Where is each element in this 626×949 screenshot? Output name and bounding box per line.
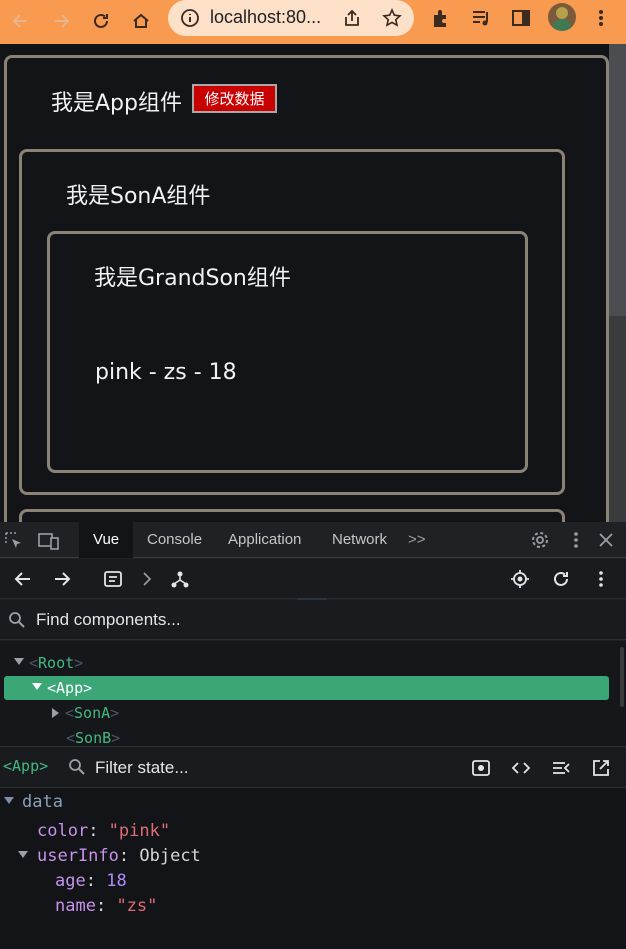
tab-console[interactable]: Console (147, 522, 202, 558)
sidepanel-icon[interactable] (510, 7, 532, 33)
caret-down-icon[interactable] (32, 683, 42, 690)
tree-item-app[interactable]: <App> (4, 676, 609, 700)
tab-network[interactable]: Network (332, 522, 387, 558)
grandson-title: 我是GrandSon组件 (94, 266, 291, 291)
close-icon[interactable] (596, 530, 616, 554)
state-value[interactable]: "zs" (116, 896, 157, 916)
grandson-info: pink - zs - 18 (95, 360, 237, 385)
back-icon[interactable] (6, 6, 36, 36)
extensions-icon[interactable] (430, 7, 452, 33)
page-scrollbar-thumb[interactable] (609, 44, 626, 316)
state-row-color[interactable]: color: "pink" (37, 821, 170, 841)
more-options-icon[interactable] (591, 569, 611, 593)
tree-bracket: < (47, 679, 57, 697)
state-row-age[interactable]: age: 18 (55, 871, 127, 891)
state-value[interactable]: 18 (106, 871, 126, 891)
tree-item-sonb[interactable]: <SonB> (66, 726, 120, 746)
inspect-element-icon[interactable] (4, 531, 24, 555)
tab-vue[interactable]: Vue (79, 522, 133, 558)
tree-item-label: App (56, 679, 84, 697)
state-row-userinfo[interactable]: userInfo: Object (18, 846, 201, 866)
menu-icon[interactable] (590, 7, 612, 33)
selected-component-label: <App> (3, 757, 49, 775)
reload-icon[interactable] (86, 6, 116, 36)
search-icon (8, 611, 26, 633)
chevron-right-icon (140, 569, 154, 593)
tree-scrollbar[interactable] (620, 647, 624, 707)
share-icon[interactable] (342, 8, 362, 32)
find-components-bar: Find components... (0, 600, 626, 640)
tree-bracket: > (110, 704, 120, 722)
component-tree-icon[interactable] (170, 569, 190, 593)
sonb-component-box (19, 509, 565, 522)
app-title: 我是App组件 (51, 91, 182, 116)
edit-data-button[interactable]: 修改数据 (192, 84, 277, 113)
home-icon[interactable] (126, 6, 156, 36)
state-key: userInfo (37, 846, 119, 866)
inspect-dom-icon[interactable] (551, 758, 571, 782)
caret-down-icon[interactable] (4, 797, 14, 804)
tree-bracket: < (66, 729, 76, 746)
tab-application[interactable]: Application (228, 522, 301, 558)
forward-icon[interactable] (52, 569, 72, 593)
forward-icon[interactable] (46, 6, 76, 36)
refresh-icon[interactable] (551, 569, 571, 593)
caret-down-icon[interactable] (18, 851, 28, 858)
state-key: name (55, 896, 96, 916)
app-selector-icon[interactable] (103, 569, 123, 593)
select-component-icon[interactable] (510, 569, 530, 593)
devtools-panel: Vue Console Application Network >> Find … (0, 522, 626, 949)
url-text: localhost:80... (210, 7, 322, 27)
star-icon[interactable] (382, 8, 402, 32)
media-icon[interactable] (470, 7, 492, 33)
scroll-to-component-icon[interactable] (471, 758, 491, 782)
avatar[interactable] (548, 3, 576, 31)
devtools-menu-icon[interactable] (566, 530, 586, 554)
tree-item-label: Root (38, 654, 75, 672)
find-components-input[interactable]: Find components... (36, 610, 181, 630)
page-viewport: 我是App组件 修改数据 我是SonA组件 我是GrandSon组件 pink … (0, 44, 626, 522)
more-tabs-button[interactable]: >> (408, 522, 426, 558)
vue-toolbar (0, 559, 626, 599)
state-key: age (55, 871, 86, 891)
address-bar[interactable]: localhost:80... (168, 0, 414, 36)
open-in-editor-icon[interactable] (591, 758, 611, 782)
tree-item-label: SonB (75, 729, 112, 746)
tree-bracket: > (83, 679, 93, 697)
tree-item-sona[interactable]: <SonA> (52, 701, 119, 725)
state-section-data[interactable]: data (4, 792, 63, 812)
code-icon[interactable] (511, 758, 531, 782)
component-tree: <Root> <App> <SonA> <SonB> (0, 641, 626, 746)
state-value: Object (139, 846, 201, 866)
tree-bracket: < (29, 654, 39, 672)
browser-toolbar: localhost:80... (0, 0, 626, 44)
info-icon[interactable] (180, 8, 200, 32)
caret-right-icon[interactable] (52, 708, 59, 718)
devtools-tabbar: Vue Console Application Network >> (0, 522, 626, 558)
state-row-name[interactable]: name: "zs" (55, 896, 157, 916)
page-scrollbar[interactable] (609, 44, 626, 522)
state-toolbar: <App> Filter state... (0, 746, 626, 788)
search-icon (68, 758, 86, 780)
tree-item-root[interactable]: <Root> (14, 651, 83, 675)
tree-bracket: < (65, 704, 75, 722)
device-toggle-icon[interactable] (38, 531, 60, 555)
state-value[interactable]: "pink" (109, 821, 170, 841)
back-icon[interactable] (13, 569, 33, 593)
filter-state-input[interactable]: Filter state... (95, 758, 189, 778)
tree-bracket: > (74, 654, 84, 672)
sona-title: 我是SonA组件 (66, 184, 211, 209)
tree-bracket: > (111, 729, 121, 746)
section-label: data (22, 792, 63, 812)
state-inspector: data color: "pink" userInfo: Object age:… (0, 788, 626, 949)
settings-gear-icon[interactable] (530, 530, 550, 554)
caret-down-icon[interactable] (14, 658, 24, 665)
state-key: color (37, 821, 89, 841)
tree-item-label: SonA (74, 704, 111, 722)
